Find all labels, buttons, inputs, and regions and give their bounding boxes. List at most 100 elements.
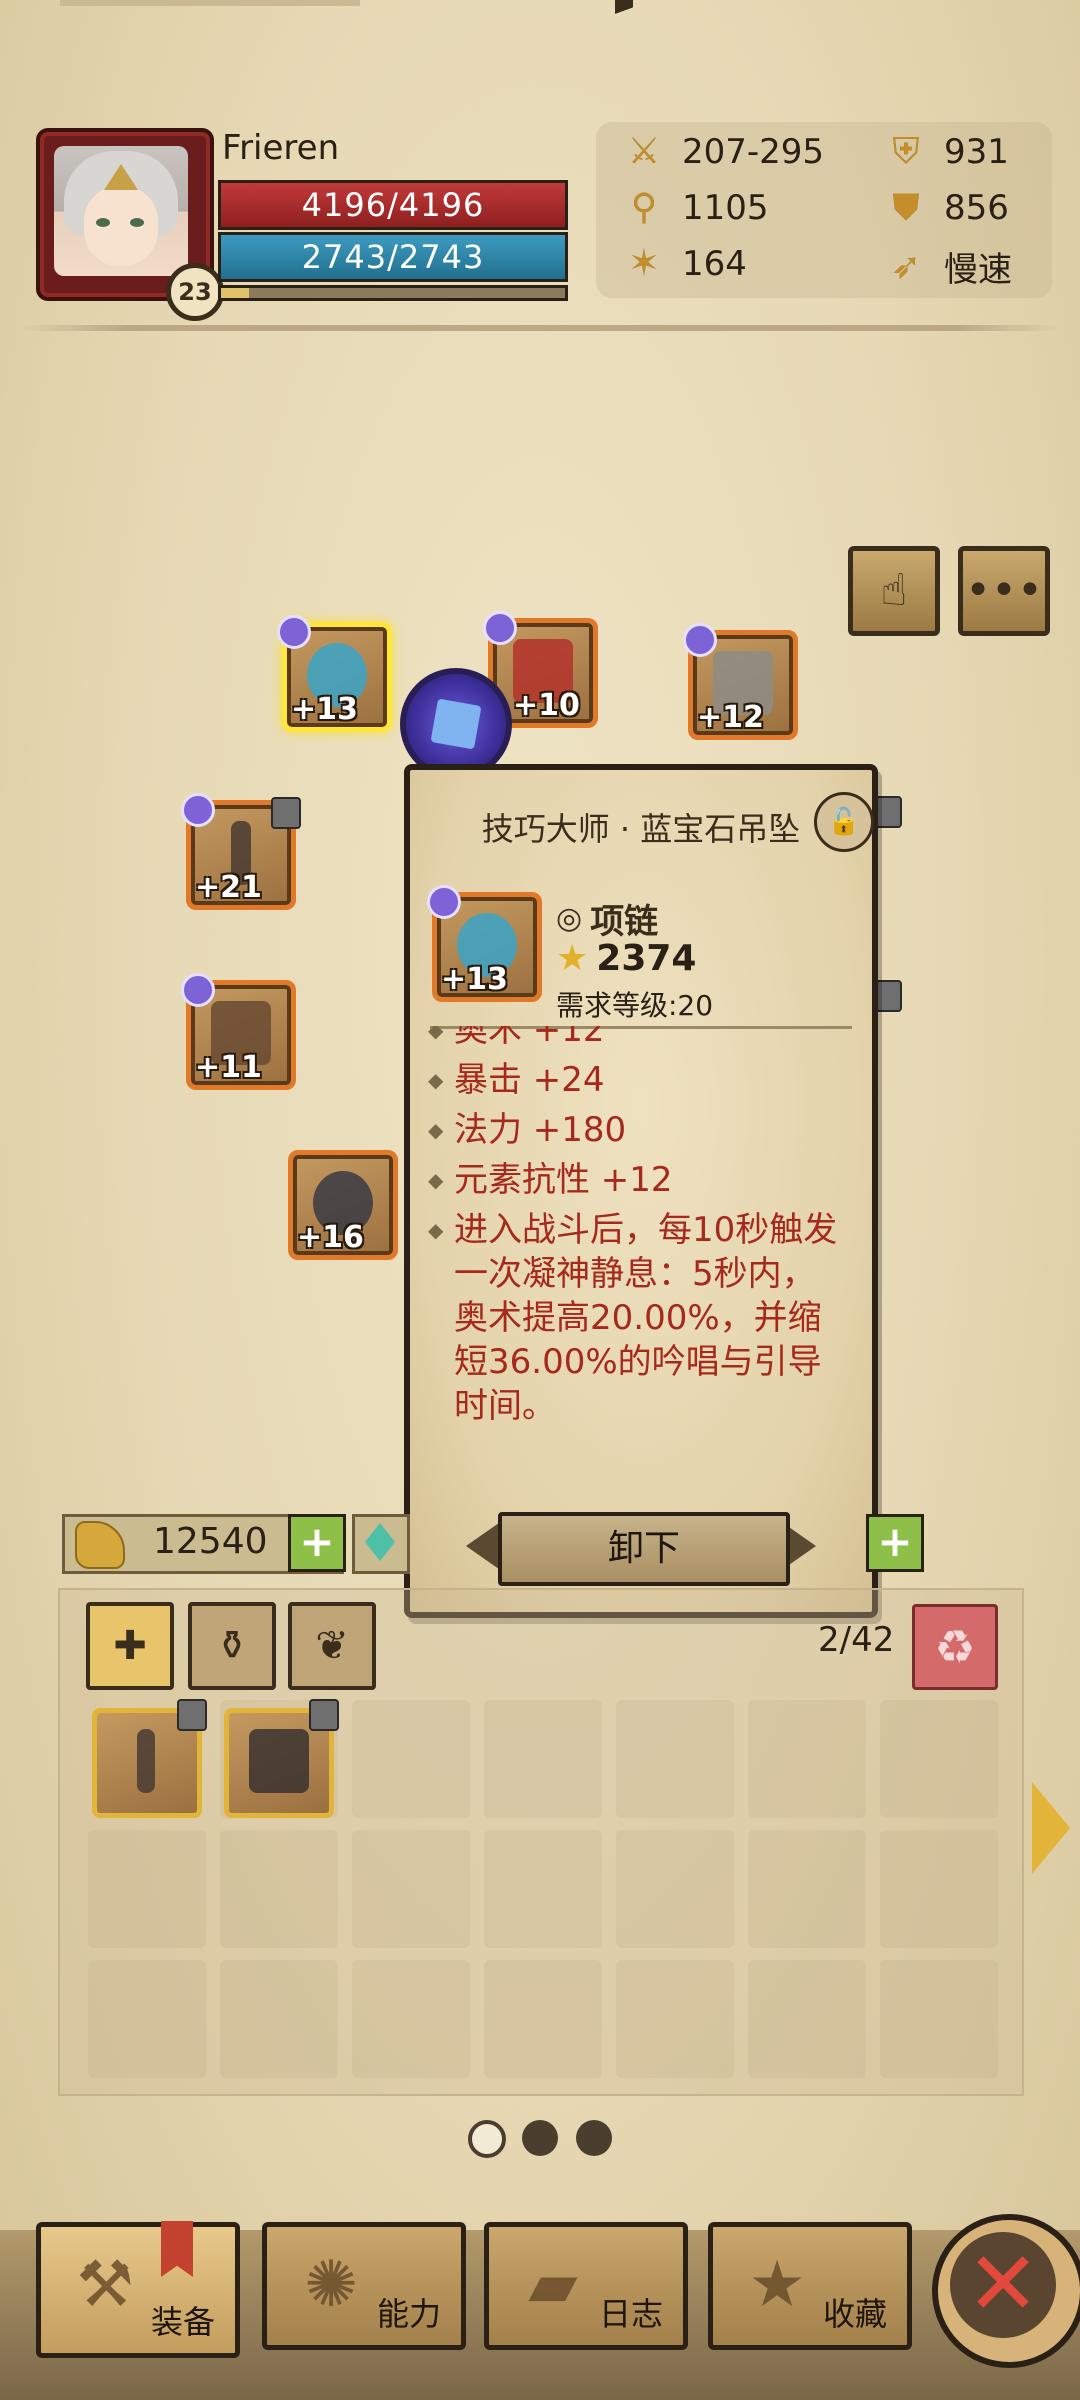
- socket-gem-icon: [427, 885, 461, 919]
- mp-bar: 2743/2743: [218, 232, 568, 282]
- item-score: ★ 2374: [556, 938, 696, 979]
- slot-level: +11: [195, 1050, 262, 1085]
- gem-cube-icon: [430, 698, 482, 750]
- inventory-item-staff[interactable]: [92, 1699, 207, 1818]
- inventory-cell[interactable]: [748, 1960, 866, 2078]
- crossed-swords-icon: ⚔: [627, 131, 661, 172]
- close-icon: ✕: [950, 2232, 1056, 2338]
- stat-magic-resist-value: 856: [944, 188, 1009, 228]
- inventory-cell[interactable]: [352, 1960, 470, 2078]
- attribute-row: ◆ 奥术 +12: [428, 1026, 848, 1052]
- slot-level: +21: [195, 870, 262, 905]
- slot-level: +13: [291, 692, 358, 727]
- page-dot-3[interactable]: [576, 2120, 612, 2156]
- tab-collection[interactable]: ★ 收藏: [708, 2222, 912, 2350]
- inventory-cell[interactable]: [880, 1830, 998, 1948]
- inventory-cell[interactable]: [352, 1830, 470, 1948]
- inventory-cell[interactable]: [484, 1700, 602, 1818]
- unequip-button[interactable]: 卸下: [498, 1512, 790, 1586]
- filter-material-button[interactable]: ❦: [288, 1602, 376, 1690]
- stat-magic: ⚲ 1105: [622, 186, 769, 230]
- gold-icon: [75, 1521, 125, 1569]
- lock-icon: [177, 1699, 207, 1731]
- diamond-bullet-icon: ◆: [428, 1068, 444, 1092]
- next-page-arrow-icon[interactable]: [1032, 1782, 1070, 1874]
- crystal-counter: [352, 1514, 410, 1574]
- socket-gem-icon: [181, 973, 215, 1007]
- inventory-cell[interactable]: [748, 1700, 866, 1818]
- tab-equipment[interactable]: ⚒ 装备: [36, 2221, 240, 2358]
- stat-attack-value: 207-295: [682, 132, 825, 172]
- stat-magic-value: 1105: [682, 188, 769, 228]
- necklace-type-icon: ◎: [556, 901, 583, 936]
- unlock-icon: 🔓: [827, 807, 861, 837]
- equip-slot-armor[interactable]: +12: [683, 623, 798, 740]
- gold-value: 12540: [153, 1521, 268, 1562]
- page-dot-2[interactable]: [522, 2120, 558, 2156]
- tab-abilities-label: 能力: [376, 2295, 441, 2333]
- attribute-row: ◆ 进入战斗后，每10秒触发一次凝神静息：5秒内，奥术提高20.00%，并缩短3…: [428, 1210, 838, 1426]
- stat-crit-value: 164: [682, 244, 747, 284]
- character-name: Frieren: [222, 128, 340, 168]
- slot-level: +13: [441, 962, 508, 997]
- recycle-button[interactable]: ♻: [912, 1604, 998, 1690]
- diamond-bullet-icon: ◆: [428, 1118, 444, 1142]
- inventory-cell[interactable]: [88, 1830, 206, 1948]
- tab-journal[interactable]: ▰ 日志: [484, 2222, 688, 2350]
- tab-equipment-label: 装备: [150, 2303, 215, 2341]
- inventory-cell[interactable]: [220, 1960, 338, 2078]
- inventory-cell[interactable]: [352, 1700, 470, 1818]
- tab-abilities[interactable]: ✺ 能力: [262, 2222, 466, 2350]
- equip-slot-ring[interactable]: +16: [288, 1150, 398, 1260]
- armor-icon: ✚: [113, 1623, 147, 1669]
- item-attributes[interactable]: ◆ 奥术 +12 ◆ 暴击 +24 ◆ 法力 +180 ◆ 元素抗性 +12 ◆…: [428, 1026, 848, 1536]
- diamond-bullet-icon: ◆: [428, 1168, 444, 1192]
- filter-armor-button[interactable]: ✚: [86, 1602, 174, 1690]
- close-button[interactable]: ✕: [932, 2214, 1080, 2368]
- equip-slot-necklace[interactable]: +13: [277, 615, 392, 732]
- top-decoration: [60, 0, 360, 6]
- add-gold-button[interactable]: +: [288, 1514, 346, 1572]
- inventory-cell[interactable]: [616, 1830, 734, 1948]
- attribute-row: ◆ 法力 +180: [428, 1110, 627, 1150]
- inventory-cell[interactable]: [880, 1960, 998, 2078]
- unlock-toggle-button[interactable]: 🔓: [814, 792, 874, 852]
- inventory-cell[interactable]: [616, 1700, 734, 1818]
- staff-item-icon: [137, 1729, 155, 1793]
- leaf-icon: ❦: [315, 1623, 349, 1669]
- stat-armor: ⛨ 931: [884, 130, 1008, 174]
- tab-collection-label: 收藏: [822, 2295, 887, 2333]
- filter-potion-button[interactable]: ⚱: [188, 1602, 276, 1690]
- equip-slot-gloves[interactable]: +11: [181, 973, 296, 1090]
- lock-icon: [271, 797, 301, 829]
- xp-bar: [218, 285, 568, 301]
- inventory-cell[interactable]: [88, 1960, 206, 2078]
- more-options-button[interactable]: •••: [958, 546, 1050, 636]
- xp-fill: [221, 288, 249, 298]
- inventory-cell[interactable]: [880, 1700, 998, 1818]
- slot-level: +16: [297, 1220, 364, 1255]
- inventory-item-boots[interactable]: [224, 1699, 339, 1818]
- add-crystal-button[interactable]: +: [866, 1514, 924, 1572]
- magic-shield-icon: ⛊: [892, 187, 920, 228]
- auto-equip-button[interactable]: ☝: [848, 546, 940, 636]
- magic-staff-icon: ⚲: [630, 187, 658, 228]
- item-tooltip: 技巧大师 · 蓝宝石吊坠 🔓 +13 ◎ 项链 ★ 2374 需求等级:20 ◆…: [404, 764, 878, 1618]
- slot-level: +12: [697, 700, 764, 735]
- inventory-cell[interactable]: [748, 1830, 866, 1948]
- inventory-count: 2/42: [818, 1620, 895, 1660]
- item-requirement: 需求等级:20: [556, 989, 714, 1022]
- stats-panel[interactable]: ⚔ 207-295 ⛨ 931 ⚲ 1105 ⛊ 856 ✶ 164 ➶ 慢速: [596, 122, 1052, 298]
- attribute-row: ◆ 暴击 +24: [428, 1060, 605, 1100]
- inventory-cell[interactable]: [616, 1960, 734, 2078]
- level-badge: 23: [166, 263, 224, 321]
- lock-icon: [309, 1699, 339, 1731]
- inventory-cell[interactable]: [484, 1960, 602, 2078]
- stat-crit: ✶ 164: [622, 242, 747, 286]
- inventory-cell[interactable]: [220, 1830, 338, 1948]
- inventory-cell[interactable]: [484, 1830, 602, 1948]
- avatar: [54, 146, 188, 276]
- top-crack: [615, 0, 633, 40]
- equip-slot-weapon[interactable]: +21: [181, 793, 301, 910]
- page-dot-1[interactable]: [468, 2120, 506, 2158]
